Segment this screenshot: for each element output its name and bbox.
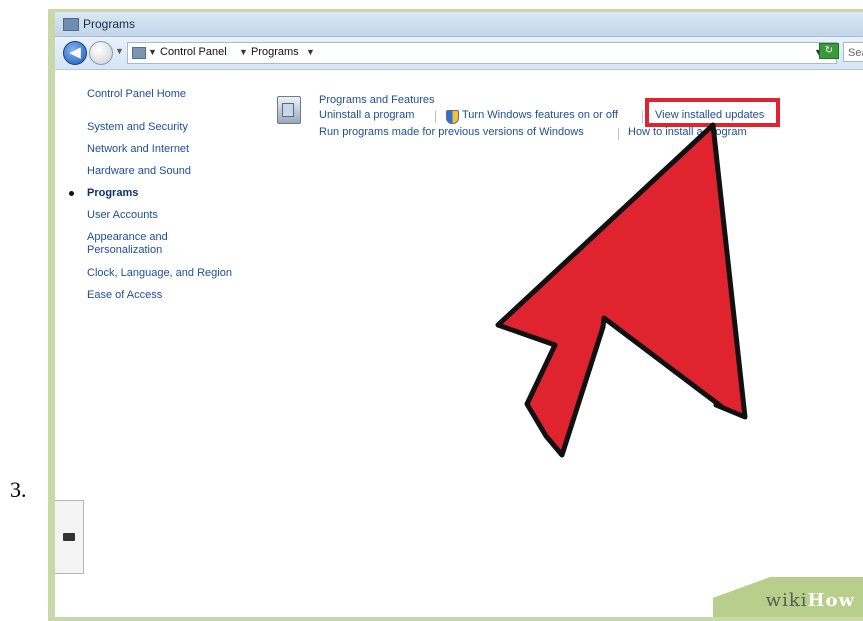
arrow-shape (495, 122, 748, 458)
pointer-arrow-icon (495, 122, 748, 458)
